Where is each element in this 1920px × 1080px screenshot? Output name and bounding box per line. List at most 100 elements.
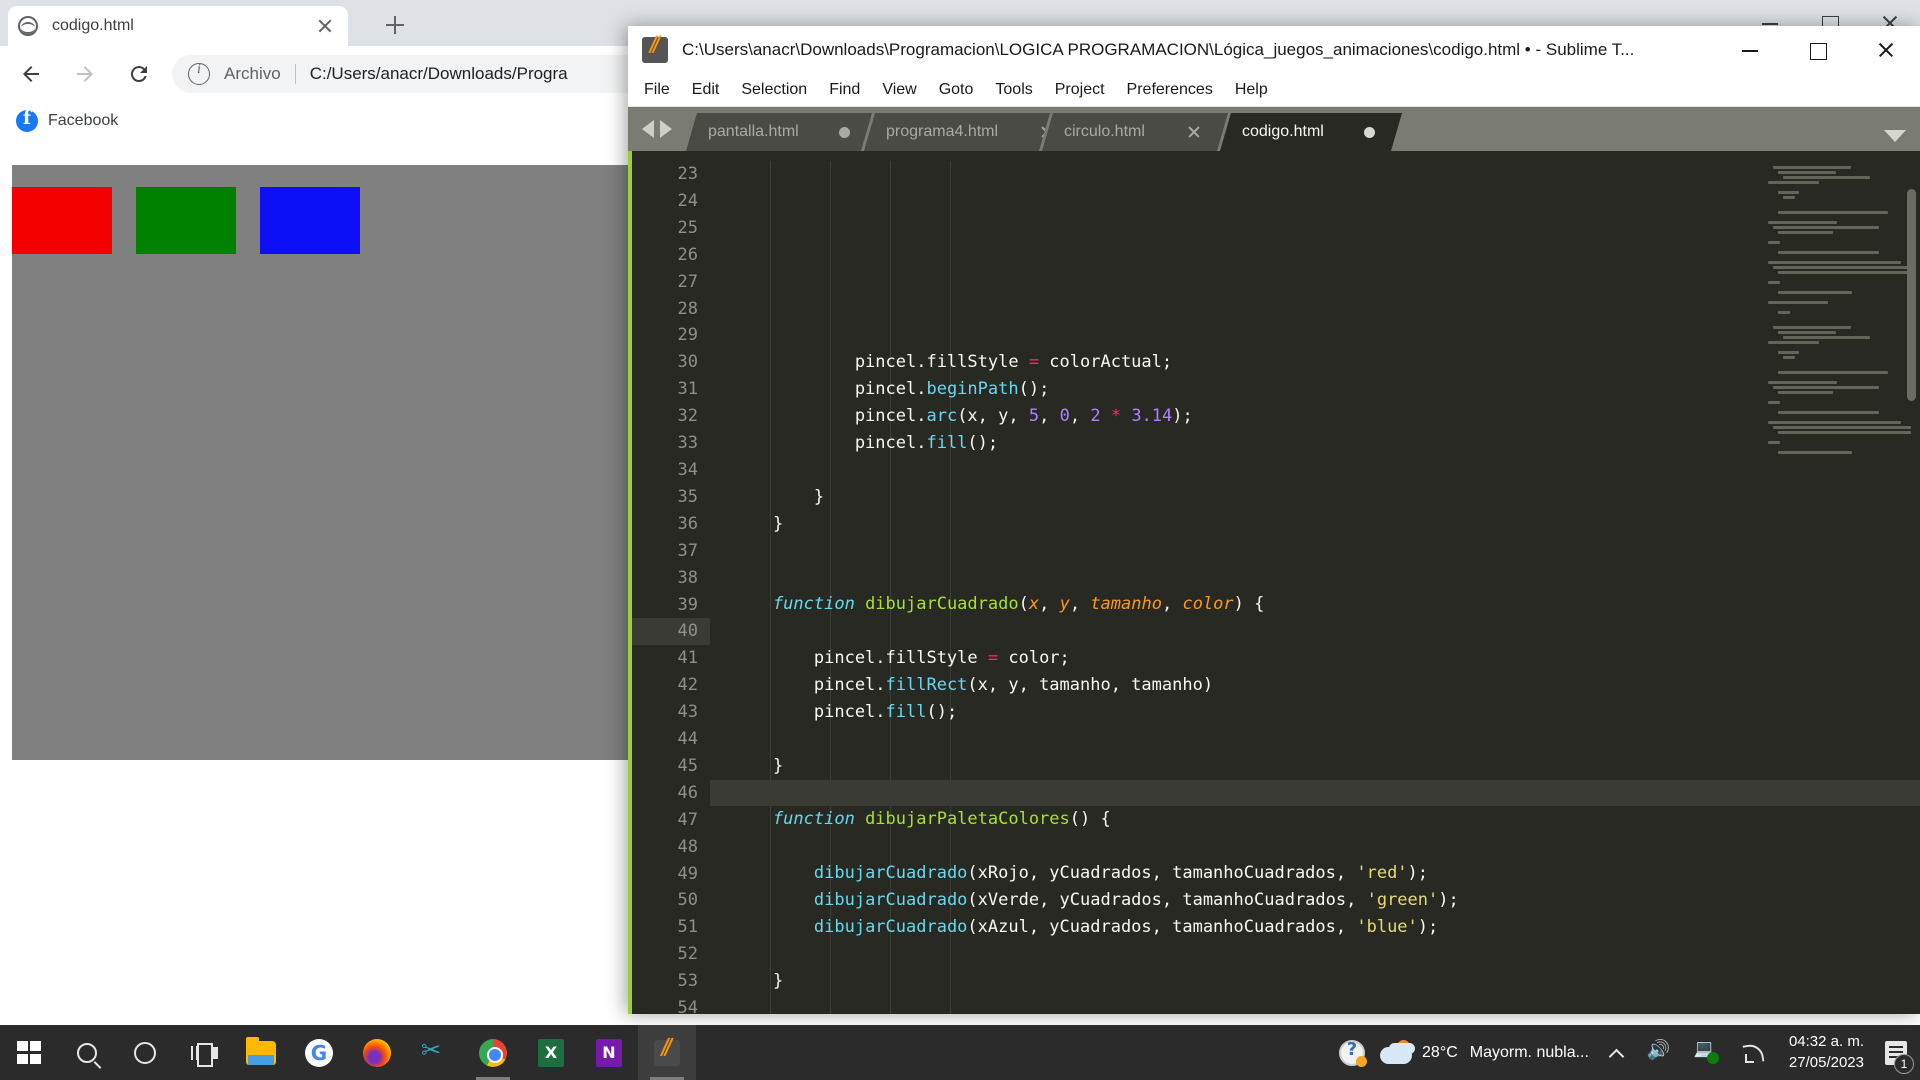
cortana-button[interactable] bbox=[116, 1025, 174, 1080]
minimap-line bbox=[1773, 426, 1911, 429]
code-line[interactable]: } bbox=[710, 484, 1920, 511]
notification-center-button[interactable]: 1 bbox=[1876, 1025, 1916, 1080]
clock[interactable]: 04:32 a. m. 27/05/2023 bbox=[1777, 1032, 1876, 1073]
code-line[interactable] bbox=[710, 779, 1920, 807]
line-number: 49 bbox=[677, 863, 698, 884]
close-icon[interactable] bbox=[312, 13, 338, 39]
code-line[interactable] bbox=[710, 322, 1920, 349]
menu-item-view[interactable]: View bbox=[882, 81, 916, 99]
code-line[interactable] bbox=[710, 941, 1920, 968]
sublime-app[interactable] bbox=[638, 1025, 696, 1080]
file-explorer[interactable] bbox=[232, 1025, 290, 1080]
minimap-line bbox=[1778, 391, 1834, 394]
code-line[interactable] bbox=[710, 564, 1920, 591]
maximize-icon[interactable] bbox=[1784, 26, 1852, 74]
code-line[interactable]: function dibujarCuadrado(x, y, tamanho, … bbox=[710, 591, 1920, 618]
line-number: 45 bbox=[677, 755, 698, 776]
task-view-button[interactable] bbox=[174, 1025, 232, 1080]
help-button[interactable] bbox=[1328, 1025, 1376, 1080]
volume-button[interactable] bbox=[1637, 1025, 1683, 1080]
code-line[interactable]: pincel.fillStyle = colorActual; bbox=[710, 349, 1920, 376]
editor-tab-circulo-html[interactable]: circulo.html bbox=[1042, 113, 1228, 151]
menu-item-help[interactable]: Help bbox=[1235, 81, 1268, 99]
google-app[interactable]: G bbox=[290, 1025, 348, 1080]
code-line[interactable] bbox=[710, 833, 1920, 860]
show-hidden-icons-button[interactable] bbox=[1597, 1025, 1637, 1080]
reload-button[interactable] bbox=[116, 51, 162, 97]
snipping-tool[interactable] bbox=[406, 1025, 464, 1080]
menu-item-goto[interactable]: Goto bbox=[939, 81, 974, 99]
code-line[interactable]: pincel.fill(); bbox=[710, 699, 1920, 726]
address-scheme-label: Archivo bbox=[224, 64, 281, 83]
wifi-button[interactable] bbox=[1731, 1025, 1777, 1080]
tab-scroll-arrows[interactable] bbox=[628, 107, 686, 151]
code-token-plain: colorActual; bbox=[1039, 352, 1173, 373]
code-line[interactable]: pincel.fill(); bbox=[710, 430, 1920, 457]
code-token-plain: (xVerde, yCuadrados, tamanhoCuadrados, bbox=[967, 890, 1367, 911]
onenote-app[interactable]: N bbox=[580, 1025, 638, 1080]
code-line[interactable]: pincel.arc(x, y, 5, 0, 2 * 3.14); bbox=[710, 403, 1920, 430]
browser-tab[interactable]: codigo.html bbox=[8, 6, 348, 46]
code-line[interactable]: pincel.beginPath(); bbox=[710, 376, 1920, 403]
code-line[interactable]: dibujarCuadrado(xRojo, yCuadrados, taman… bbox=[710, 860, 1920, 887]
monitor-icon bbox=[1694, 1039, 1720, 1064]
code-line[interactable]: dibujarCuadrado(xVerde, yCuadrados, tama… bbox=[710, 887, 1920, 914]
editor-tab-programa4-html[interactable]: programa4.html bbox=[864, 113, 1050, 151]
weather-widget[interactable]: 28°C Mayorm. nubla... bbox=[1376, 1039, 1597, 1066]
code-line[interactable]: } bbox=[710, 511, 1920, 538]
menu-item-selection[interactable]: Selection bbox=[741, 81, 807, 99]
code-text-area[interactable]: pincel.fillStyle = colorActual; pincel.b… bbox=[710, 151, 1920, 1014]
code-line[interactable] bbox=[710, 995, 1920, 1014]
minimap-line bbox=[1778, 271, 1912, 274]
code-line[interactable]: } bbox=[710, 968, 1920, 995]
excel-app[interactable]: X bbox=[522, 1025, 580, 1080]
code-line[interactable]: } bbox=[710, 753, 1920, 780]
tab-overflow-menu-icon[interactable] bbox=[1884, 130, 1906, 142]
color-swatch-green bbox=[136, 187, 236, 254]
editor-tab-codigo-html[interactable]: codigo.html bbox=[1220, 113, 1402, 151]
network-status-button[interactable] bbox=[1683, 1025, 1731, 1080]
address-url-text: C:/Users/anacr/Downloads/Progra bbox=[309, 64, 568, 83]
code-token-plain: () { bbox=[1069, 809, 1111, 830]
editor-tab-pantalla-html[interactable]: pantalla.html bbox=[686, 113, 872, 151]
chrome-app[interactable] bbox=[464, 1025, 522, 1080]
code-line[interactable]: function dibujarPaletaColores() { bbox=[710, 806, 1920, 833]
start-button[interactable] bbox=[0, 1025, 58, 1080]
menu-item-preferences[interactable]: Preferences bbox=[1127, 81, 1213, 99]
vertical-scrollbar[interactable] bbox=[1907, 189, 1916, 401]
code-line[interactable] bbox=[710, 618, 1920, 645]
site-info-icon[interactable] bbox=[188, 62, 210, 85]
firefox-app[interactable] bbox=[348, 1025, 406, 1080]
minimize-icon[interactable] bbox=[1716, 26, 1784, 74]
scroll-left-icon[interactable] bbox=[642, 120, 654, 138]
code-line[interactable]: dibujarCuadrado(xAzul, yCuadrados, taman… bbox=[710, 914, 1920, 941]
code-line[interactable]: pincel.fillStyle = color; bbox=[710, 645, 1920, 672]
close-icon[interactable] bbox=[1185, 123, 1203, 141]
minimap-line bbox=[1778, 371, 1889, 374]
minimap-line bbox=[1773, 226, 1879, 229]
code-line[interactable]: pincel.fillRect(x, y, tamanho, tamanho) bbox=[710, 672, 1920, 699]
code-line[interactable] bbox=[710, 726, 1920, 753]
menu-item-project[interactable]: Project bbox=[1055, 81, 1105, 99]
bookmark-facebook[interactable]: Facebook bbox=[10, 107, 124, 135]
scroll-right-icon[interactable] bbox=[660, 120, 672, 138]
menu-item-tools[interactable]: Tools bbox=[995, 81, 1032, 99]
menu-item-find[interactable]: Find bbox=[829, 81, 860, 99]
new-tab-button[interactable] bbox=[380, 10, 410, 40]
code-line[interactable] bbox=[710, 457, 1920, 484]
minimap-line bbox=[1768, 381, 1837, 384]
forward-button[interactable] bbox=[62, 51, 108, 97]
back-button[interactable] bbox=[8, 51, 54, 97]
code-line[interactable] bbox=[710, 538, 1920, 565]
menu-item-edit[interactable]: Edit bbox=[692, 81, 720, 99]
line-number: 54 bbox=[677, 998, 698, 1014]
code-editor[interactable]: 23 24 25 26 27 28 29 30 31 32 33 34 35 36 37 38 39 40 41 42… bbox=[628, 151, 1920, 1014]
unsaved-dot-icon bbox=[1364, 127, 1375, 138]
sublime-title-bar[interactable]: C:\Users\anacr\Downloads\Programacion\LO… bbox=[628, 26, 1920, 74]
minimap-line bbox=[1768, 221, 1837, 224]
code-token-plain: (x, y, bbox=[957, 406, 1029, 427]
menu-item-file[interactable]: File bbox=[644, 81, 670, 99]
close-icon[interactable] bbox=[1852, 26, 1920, 74]
search-button[interactable] bbox=[58, 1025, 116, 1080]
code-minimap[interactable] bbox=[1768, 161, 1912, 491]
